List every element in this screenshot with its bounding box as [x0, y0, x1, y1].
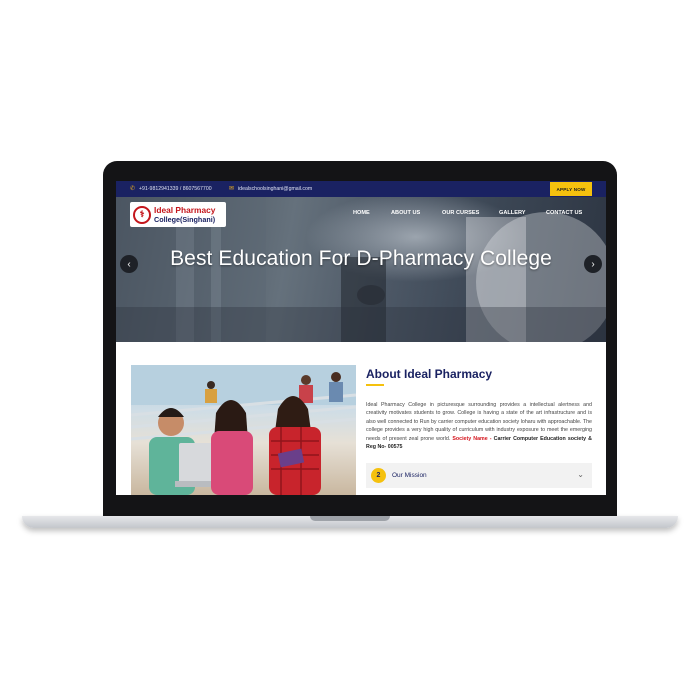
- email-contact[interactable]: ✉ idealschoolsinghani@gmail.com: [229, 186, 312, 192]
- envelope-icon: ✉: [229, 186, 235, 192]
- students-photo: [131, 365, 356, 495]
- mission-accordion[interactable]: 2 Our Mission ⌄: [366, 463, 592, 488]
- laptop-notch: [310, 516, 390, 521]
- society-label: Society Name -: [452, 435, 492, 442]
- nav-our-courses[interactable]: OUR CURSES: [442, 210, 479, 216]
- phone-text: +91-9812941339 / 8607567700: [139, 186, 212, 192]
- apply-now-button[interactable]: APPLY NOW: [550, 182, 592, 196]
- nav-gallery[interactable]: GALLERY: [499, 210, 526, 216]
- about-title: About Ideal Pharmacy: [366, 367, 493, 381]
- hero-title: Best Education For D-Pharmacy College: [170, 247, 552, 270]
- logo-subtitle: College(Singhani): [154, 214, 216, 224]
- students-illustration: [131, 365, 356, 495]
- slider-next-button[interactable]: ›: [584, 255, 602, 273]
- chevron-down-icon: ⌄: [577, 470, 584, 479]
- laptop-screen: ✆ +91-9812941339 / 8607567700 ✉ idealsch…: [116, 181, 606, 495]
- email-text: idealschoolsinghani@gmail.com: [238, 186, 313, 192]
- slider-prev-button[interactable]: ‹: [120, 255, 138, 273]
- about-description: Ideal Pharmacy College in picturesque su…: [366, 401, 592, 451]
- chevron-right-icon: ›: [591, 258, 595, 270]
- caduceus-icon: ⚕: [133, 205, 151, 224]
- nav-about-us[interactable]: ABOUT US: [391, 210, 420, 216]
- chevron-left-icon: ‹: [127, 258, 131, 270]
- mission-number-badge: 2: [371, 468, 386, 483]
- phone-contact[interactable]: ✆ +91-9812941339 / 8607567700: [130, 186, 212, 192]
- hero-banner: ⚕ Ideal Pharmacy College(Singhani) HOME …: [116, 197, 606, 342]
- top-info-bar: ✆ +91-9812941339 / 8607567700 ✉ idealsch…: [116, 181, 606, 197]
- college-logo[interactable]: ⚕ Ideal Pharmacy College(Singhani): [130, 202, 226, 227]
- nav-home[interactable]: HOME: [353, 210, 370, 216]
- nav-contact-us[interactable]: CONTACT US: [546, 210, 582, 216]
- mission-label: Our Mission: [392, 472, 427, 479]
- title-underline: [366, 384, 384, 386]
- phone-icon: ✆: [130, 186, 136, 192]
- logo-title: Ideal Pharmacy: [154, 204, 216, 215]
